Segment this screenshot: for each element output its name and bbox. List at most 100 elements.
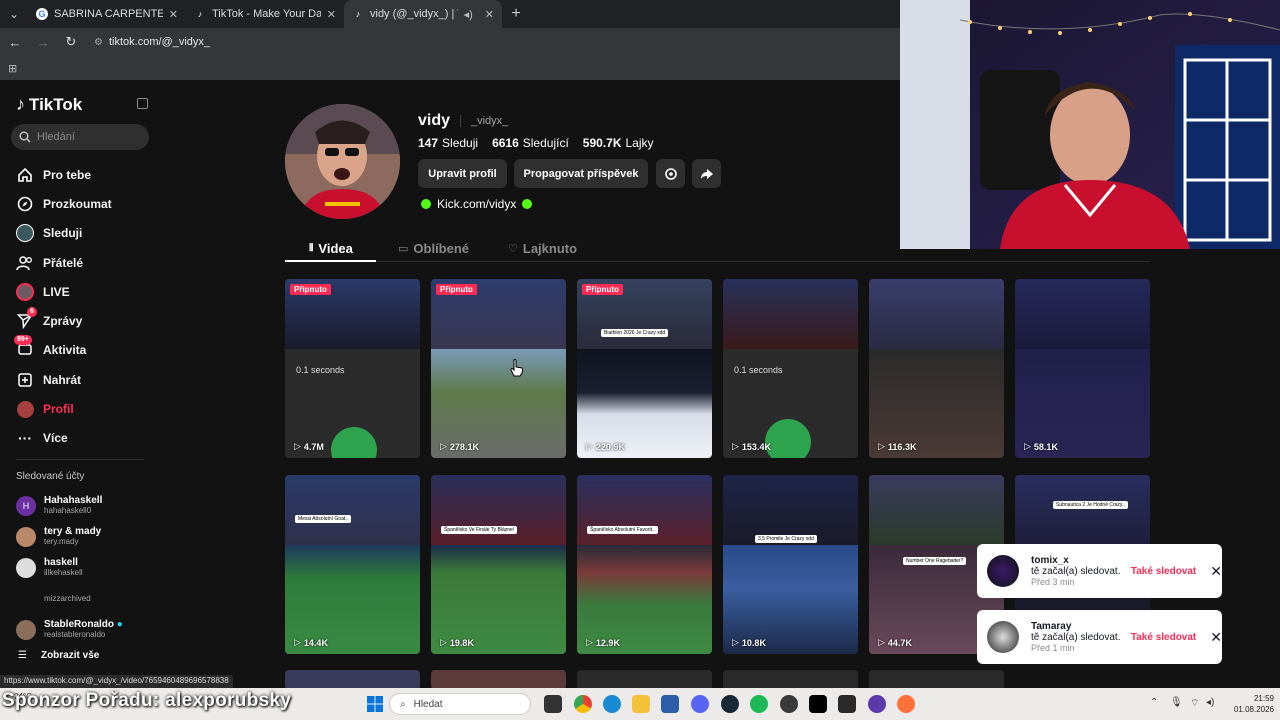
video-card[interactable]: Španělsko Absolutní Favorit.. ▷ 12.9K: [577, 475, 712, 654]
sidebar-item-pratele[interactable]: Přátelé: [0, 248, 160, 277]
notification-user: Tamaray: [1031, 621, 1072, 632]
profile-link[interactable]: Kick.com/vidyx: [421, 197, 533, 211]
microphone-icon[interactable]: 🎙: [1170, 697, 1183, 708]
profile-avatar[interactable]: [285, 104, 400, 219]
video-card[interactable]: Připnuto 0.1 seconds ▷ 4.7M: [285, 279, 420, 458]
capcut-icon[interactable]: [838, 695, 856, 713]
likes-stat: 590.7K Lajky: [582, 136, 654, 150]
verified-icon: ●: [116, 619, 123, 630]
sidebar-item-vice[interactable]: ··· Více: [0, 424, 160, 453]
back-icon[interactable]: ←: [6, 35, 24, 50]
tiktok-studio-icon[interactable]: [809, 695, 827, 713]
app-icon[interactable]: [868, 695, 886, 713]
profile-icon: [16, 400, 34, 418]
close-icon[interactable]: ✕: [1210, 563, 1222, 580]
browser-tab-2[interactable]: ♪ TikTok - Make Your Day ✕: [186, 0, 344, 28]
wifi-icon[interactable]: ⌔: [1190, 697, 1199, 710]
settings-gear-icon[interactable]: [656, 159, 685, 188]
taskbar-search[interactable]: ⌕ Hledat: [389, 693, 531, 715]
new-tab-icon[interactable]: +: [502, 5, 530, 23]
video-card[interactable]: Messi Absolutní Goat.. ▷ 14.4K: [285, 475, 420, 654]
sidebar-item-profil[interactable]: Profil: [0, 394, 160, 423]
obs-icon[interactable]: [780, 695, 798, 713]
volume-icon[interactable]: ◂): [1206, 697, 1214, 708]
reload-icon[interactable]: ↻: [62, 34, 80, 50]
messages-badge: 6: [27, 307, 37, 318]
sponsor-overlay-text: Sponzor Pořadu: alexporubsky: [2, 690, 292, 711]
store-icon[interactable]: [661, 695, 679, 713]
steam-icon[interactable]: [721, 695, 739, 713]
followed-account[interactable]: haskell illkehaskell: [16, 552, 156, 583]
chrome-icon[interactable]: [574, 695, 592, 713]
followed-account[interactable]: tery & mady tery.mady: [16, 521, 156, 552]
promote-post-button[interactable]: Propagovat příspěvek: [514, 159, 648, 188]
following-stat[interactable]: 147 Sleduji: [418, 136, 478, 150]
account-handle: tery.mady: [44, 537, 79, 546]
account-handle: realstableronaldo: [44, 630, 106, 639]
followed-account[interactable]: StableRonaldo ● realstableronaldo: [16, 614, 156, 645]
browser-tab-3[interactable]: ♪ vidy (@_vidyx_) | TikTok ◂) ✕: [344, 0, 502, 28]
forward-icon[interactable]: →: [34, 35, 52, 50]
follow-back-button[interactable]: Také sledovat: [1131, 632, 1196, 643]
close-tab-icon[interactable]: ✕: [169, 8, 178, 21]
sidebar-item-zpravy[interactable]: 6 Zprávy: [0, 306, 160, 335]
followed-account[interactable]: H Hahahaskell hahahaskell0: [16, 490, 156, 521]
followers-stat[interactable]: 6616 Sledující: [492, 136, 569, 150]
url-text: tiktok.com/@_vidyx_: [108, 36, 210, 48]
account-name: haskell: [44, 557, 78, 568]
firefox-icon[interactable]: [897, 695, 915, 713]
apps-grid-icon[interactable]: ⊞: [8, 62, 17, 75]
close-tab-icon[interactable]: ✕: [485, 8, 494, 21]
edit-profile-button[interactable]: Upravit profil: [418, 159, 507, 188]
sidebar-item-label: Sleduji: [43, 226, 83, 241]
close-tab-icon[interactable]: ✕: [327, 8, 336, 21]
sidebar-item-aktivita[interactable]: 99+ Aktivita: [0, 335, 160, 365]
tray-overflow-icon[interactable]: ⌃: [1150, 697, 1158, 708]
video-card[interactable]: Španělsko Ve Finále Ty Blázne! ▷ 19.8K: [431, 475, 566, 654]
video-card[interactable]: 0.1 seconds ▷ 153.4K: [723, 279, 858, 458]
video-card[interactable]: ▷ 116.3K: [869, 279, 1004, 458]
edge-icon[interactable]: [603, 695, 621, 713]
discord-icon[interactable]: [691, 695, 709, 713]
video-card[interactable]: Připnuto ▷ 278.1K: [431, 279, 566, 458]
search-input[interactable]: Hledání: [11, 124, 149, 150]
video-card[interactable]: [285, 670, 420, 690]
friends-icon: [16, 254, 34, 272]
video-card[interactable]: [577, 670, 712, 690]
profile-stats: 147 Sleduji 6616 Sledující 590.7K Lajky: [418, 136, 654, 150]
tab-videa[interactable]: ⦀ Videa: [309, 234, 353, 262]
taskbar-clock[interactable]: 21:59 01.08.2026: [1218, 693, 1274, 715]
sidebar-item-prozkoumat[interactable]: Prozkoumat: [0, 189, 160, 218]
share-icon[interactable]: [692, 159, 721, 188]
sidebar-item-pro-tebe[interactable]: Pro tebe: [0, 160, 160, 189]
sidebar-item-live[interactable]: LIVE: [0, 277, 160, 306]
windows-start-icon[interactable]: [367, 696, 383, 712]
mute-tab-icon[interactable]: ◂): [464, 8, 473, 21]
site-info-icon[interactable]: ⚙: [94, 37, 103, 48]
video-card[interactable]: ▷ 58.1K: [1015, 279, 1150, 458]
sidebar-item-label: Nahrát: [43, 372, 82, 387]
video-card[interactable]: 3,5 Promile Je Crazy xdd ▷ 10.8K: [723, 475, 858, 654]
tab-lajknuto[interactable]: ♡ Lajknuto: [508, 234, 577, 262]
video-card[interactable]: [431, 670, 566, 690]
show-all-button[interactable]: ☰ Zobrazit vše: [18, 650, 99, 661]
video-card[interactable]: [869, 670, 1004, 690]
file-explorer-icon[interactable]: [632, 695, 650, 713]
follow-back-button[interactable]: Také sledovat: [1131, 566, 1196, 577]
sidebar-item-nahrat[interactable]: Nahrát: [0, 365, 160, 394]
tab-search-dropdown-icon[interactable]: ⌄: [0, 0, 28, 28]
collapse-sidebar-icon[interactable]: [137, 98, 148, 109]
browser-tab-bar: ⌄ G SABRINA CARPENTER púsh up ✕ ♪ TikTok…: [0, 0, 900, 28]
followed-account[interactable]: mizzarchived: [16, 583, 156, 614]
url-field[interactable]: ⚙ tiktok.com/@_vidyx_: [90, 31, 210, 53]
spotify-icon[interactable]: [750, 695, 768, 713]
sidebar-item-sleduji[interactable]: Sleduji: [0, 219, 160, 248]
task-view-icon[interactable]: [544, 695, 562, 713]
close-icon[interactable]: ✕: [1210, 629, 1222, 646]
video-card[interactable]: Připnuto Biathlon 2026 Je Crazy xdd ▷ 22…: [577, 279, 712, 458]
tiktok-logo[interactable]: ♪ TikTok: [16, 94, 82, 115]
video-card[interactable]: [723, 670, 858, 690]
browser-tab-1[interactable]: G SABRINA CARPENTER púsh up ✕: [28, 0, 186, 28]
tab-oblibene[interactable]: ▭ Oblíbené: [398, 234, 469, 262]
activity-icon: 99+: [14, 335, 34, 359]
